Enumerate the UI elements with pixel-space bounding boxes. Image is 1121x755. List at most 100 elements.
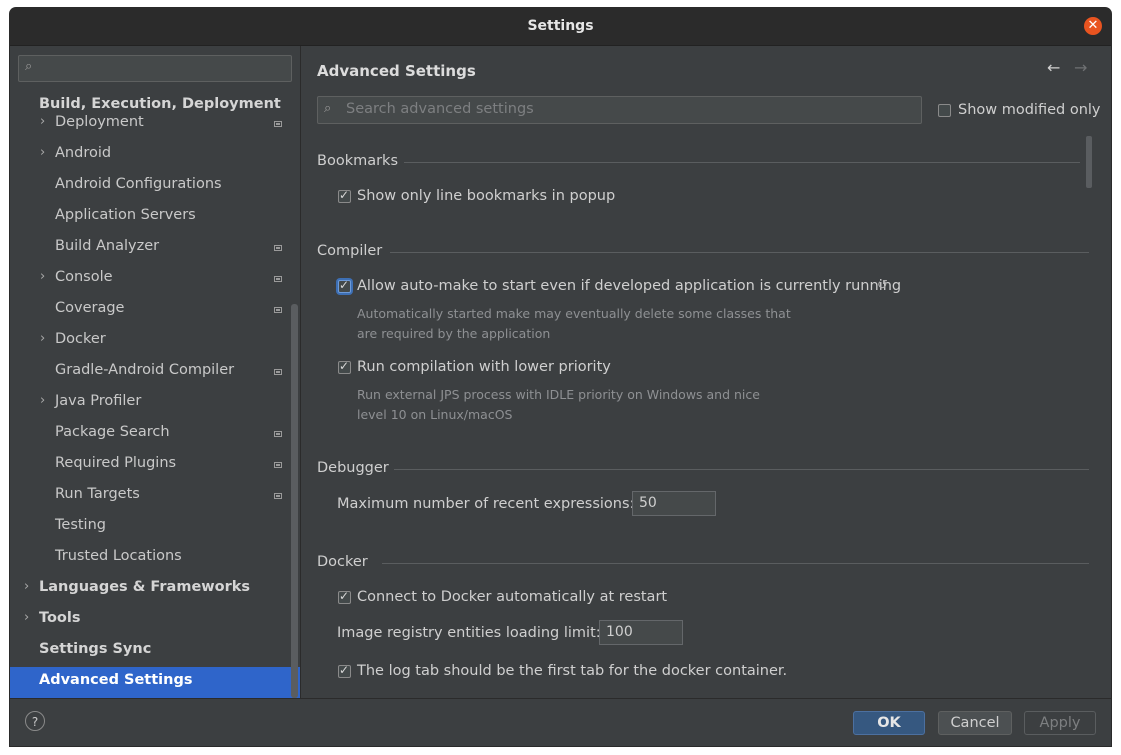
- section-divider: [394, 469, 1089, 470]
- sidebar-top-item-label: Languages & Frameworks: [39, 579, 251, 595]
- sidebar-item[interactable]: Build Analyzer: [10, 233, 300, 264]
- sidebar-item[interactable]: Gradle-Android Compiler: [10, 357, 300, 388]
- docker-connect-label[interactable]: Connect to Docker automatically at resta…: [357, 589, 667, 605]
- section-divider: [382, 563, 1089, 564]
- modified-marker-icon: [274, 431, 282, 437]
- sidebar-item[interactable]: › Java Profiler: [10, 388, 300, 419]
- sidebar-item[interactable]: Trusted Locations: [10, 543, 300, 574]
- sidebar-top-item[interactable]: › Tools: [10, 605, 300, 636]
- sidebar-item-label: Android: [55, 145, 112, 161]
- chevron-right-icon[interactable]: ›: [40, 269, 45, 284]
- max-expressions-label: Maximum number of recent expressions:: [337, 496, 635, 512]
- cancel-button[interactable]: Cancel: [938, 711, 1012, 735]
- sidebar-item-label: Package Search: [55, 424, 170, 440]
- sidebar-item-label: Testing: [55, 517, 106, 533]
- sidebar-top-item[interactable]: Advanced Settings: [10, 667, 300, 698]
- sidebar-item[interactable]: Android Configurations: [10, 171, 300, 202]
- show-modified-label[interactable]: Show modified only: [958, 102, 1101, 118]
- chevron-right-icon[interactable]: ›: [40, 145, 45, 160]
- section-bookmarks: Bookmarks: [317, 153, 399, 169]
- sidebar-item-label: Deployment: [55, 114, 144, 130]
- docker-connect-checkbox[interactable]: [338, 589, 351, 604]
- back-arrow-icon[interactable]: ←: [1047, 58, 1060, 77]
- advanced-search-input[interactable]: ⌕ Search advanced settings: [317, 96, 922, 124]
- sidebar-item[interactable]: › Android: [10, 140, 300, 171]
- sidebar-item-label: Console: [55, 269, 113, 285]
- search-placeholder: Search advanced settings: [346, 101, 534, 117]
- close-icon[interactable]: ✕: [1084, 17, 1102, 35]
- sidebar-top-item[interactable]: › Languages & Frameworks: [10, 574, 300, 605]
- chevron-right-icon[interactable]: ›: [24, 610, 29, 625]
- modified-marker-icon: [274, 493, 282, 499]
- section-divider: [390, 252, 1089, 253]
- sidebar-item-label: Coverage: [55, 300, 125, 316]
- title-bar: Settings ✕: [10, 8, 1111, 46]
- bookmarks-option-label[interactable]: Show only line bookmarks in popup: [357, 188, 615, 204]
- section-docker: Docker: [317, 554, 368, 570]
- chevron-right-icon[interactable]: ›: [40, 331, 45, 346]
- settings-window: Settings ✕ ⌕ Build, Execution, Deploymen…: [10, 8, 1111, 746]
- sidebar-item[interactable]: Required Plugins: [10, 450, 300, 481]
- forward-arrow-icon[interactable]: →: [1074, 58, 1087, 77]
- reset-icon[interactable]: ↺: [877, 278, 888, 293]
- help-icon[interactable]: ?: [25, 711, 45, 731]
- settings-sidebar: ⌕ Build, Execution, Deployment › Deployme…: [10, 46, 301, 698]
- sidebar-item-label: Required Plugins: [55, 455, 177, 471]
- sidebar-item-label: Run Targets: [55, 486, 140, 502]
- sidebar-item[interactable]: Testing: [10, 512, 300, 543]
- sidebar-top-item-label: Tools: [39, 610, 81, 626]
- section-debugger: Debugger: [317, 460, 389, 476]
- automake-checkbox[interactable]: [338, 278, 351, 293]
- page-title: Advanced Settings: [317, 62, 476, 80]
- sidebar-item[interactable]: › Deployment: [10, 109, 300, 140]
- apply-button[interactable]: Apply: [1024, 711, 1096, 735]
- sidebar-item-label: Java Profiler: [55, 393, 142, 409]
- modified-marker-icon: [274, 121, 282, 127]
- sidebar-search-input[interactable]: ⌕: [18, 55, 292, 82]
- section-divider: [404, 162, 1080, 163]
- sidebar-item[interactable]: › Console: [10, 264, 300, 295]
- dialog-footer: ? OK Cancel Apply: [10, 698, 1111, 746]
- search-icon: ⌕: [25, 59, 33, 74]
- registry-limit-input[interactable]: 100: [599, 620, 683, 645]
- advanced-settings-panel: Advanced Settings ← → ⌕ Search advanced …: [301, 46, 1111, 698]
- sidebar-scrollbar[interactable]: [291, 304, 298, 698]
- automake-description: Automatically started make may eventuall…: [357, 306, 791, 321]
- sidebar-top-item[interactable]: Settings Sync: [10, 636, 300, 667]
- show-modified-checkbox[interactable]: [938, 104, 951, 117]
- max-expressions-input[interactable]: 50: [632, 491, 716, 516]
- automake-label[interactable]: Allow auto-make to start even if develop…: [357, 278, 901, 294]
- docker-logtab-label[interactable]: The log tab should be the first tab for …: [357, 663, 787, 679]
- content-scrollbar[interactable]: [1086, 136, 1092, 188]
- chevron-right-icon[interactable]: ›: [40, 393, 45, 408]
- sidebar-item-label: Application Servers: [55, 207, 196, 223]
- section-compiler: Compiler: [317, 243, 383, 259]
- sidebar-item[interactable]: Coverage: [10, 295, 300, 326]
- modified-marker-icon: [274, 462, 282, 468]
- sidebar-top-item-label: Settings Sync: [39, 641, 152, 657]
- search-icon: ⌕: [324, 101, 332, 116]
- modified-marker-icon: [274, 369, 282, 375]
- registry-limit-label: Image registry entities loading limit:: [337, 625, 601, 641]
- sidebar-item-label: Trusted Locations: [55, 548, 182, 564]
- modified-marker-icon: [274, 245, 282, 251]
- bookmarks-checkbox[interactable]: [338, 188, 351, 203]
- sidebar-item-label: Android Configurations: [55, 176, 222, 192]
- chevron-right-icon[interactable]: ›: [24, 579, 29, 594]
- sidebar-top-item-label: Advanced Settings: [39, 672, 193, 688]
- docker-logtab-checkbox[interactable]: [338, 663, 351, 678]
- sidebar-item-label: Docker: [55, 331, 106, 347]
- sidebar-item[interactable]: › Docker: [10, 326, 300, 357]
- sidebar-item[interactable]: Package Search: [10, 419, 300, 450]
- ok-button[interactable]: OK: [853, 711, 925, 735]
- lowprio-checkbox[interactable]: [338, 359, 351, 374]
- chevron-right-icon[interactable]: ›: [40, 114, 45, 129]
- lowprio-description: level 10 on Linux/macOS: [357, 407, 513, 422]
- window-title: Settings: [527, 18, 594, 34]
- sidebar-item-label: Build Analyzer: [55, 238, 160, 254]
- automake-description: are required by the application: [357, 326, 551, 341]
- sidebar-item[interactable]: Application Servers: [10, 202, 300, 233]
- lowprio-description: Run external JPS process with IDLE prior…: [357, 387, 760, 402]
- sidebar-item[interactable]: Run Targets: [10, 481, 300, 512]
- lowprio-label[interactable]: Run compilation with lower priority: [357, 359, 611, 375]
